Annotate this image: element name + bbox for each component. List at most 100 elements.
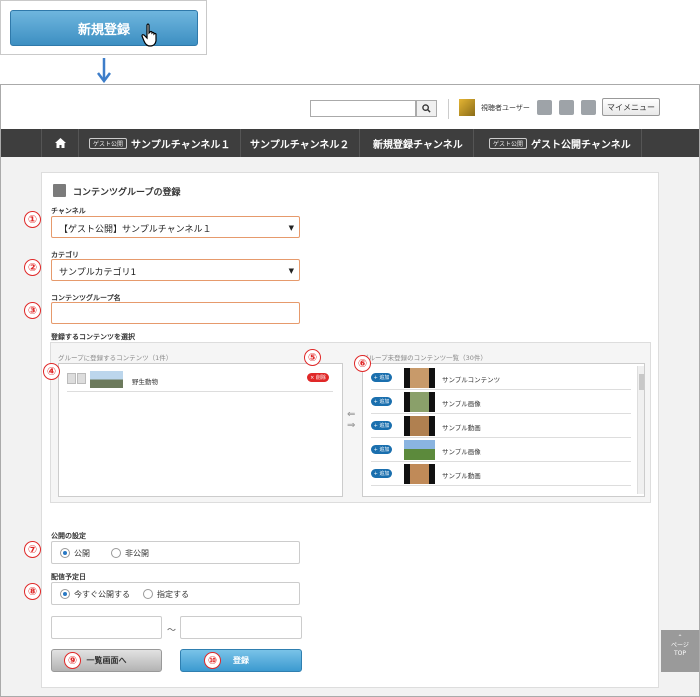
content-thumbnail (90, 371, 123, 388)
register-button-label: 登録 (233, 656, 249, 665)
delete-button[interactable]: × 削除 (307, 373, 329, 382)
hand-cursor-icon (141, 23, 157, 47)
message-icon[interactable] (537, 100, 552, 115)
home-icon (54, 138, 66, 148)
list-item: + 追加 サンプル画像 (363, 390, 633, 414)
page-top-button[interactable]: ⌃ ページ TOP (661, 630, 699, 672)
register-button[interactable]: 登録 (180, 649, 302, 672)
move-up-button[interactable] (67, 373, 76, 384)
add-button[interactable]: + 追加 (371, 421, 392, 430)
category-value: サンプルカテゴリ1 (59, 268, 137, 278)
nav-item-sample-channel-2[interactable]: サンプルチャンネル２ (240, 129, 361, 157)
search-input[interactable] (310, 100, 416, 117)
content-group-form: コンテンツグループの登録 チャンネル 【ゲスト公開】サンプルチャンネル１ ▼ カ… (41, 172, 659, 688)
add-label: + 追加 (373, 447, 390, 453)
date-separator: ～ (167, 626, 177, 636)
arrow-right-icon[interactable]: ⇒ (347, 420, 355, 431)
list-item-title: サンプル動画 (442, 424, 481, 432)
back-button-label: 一覧画面へ (86, 656, 127, 665)
guest-badge: ゲスト公開 (489, 137, 528, 149)
add-label: + 追加 (373, 423, 390, 429)
publish-radio[interactable] (60, 548, 70, 558)
publish-label: 公開の設定 (51, 532, 86, 540)
marker-2: ② (24, 259, 41, 276)
marker-4: ④ (43, 363, 60, 380)
add-button[interactable]: + 追加 (371, 445, 392, 454)
move-down-button[interactable] (77, 373, 86, 384)
registered-item-title: 野生動物 (132, 378, 158, 386)
page-title: コンテンツグループの登録 (73, 188, 181, 198)
transfer-arrows: ⇐ ⇒ (347, 409, 355, 431)
channel-nav: ゲスト公開 サンプルチャンネル１ サンプルチャンネル２ 新規登録チャンネル ゲス… (1, 129, 699, 157)
scrollbar[interactable] (637, 366, 644, 494)
user-name[interactable]: 視聴者ユーザー (481, 103, 530, 113)
content-thumbnail (404, 392, 435, 412)
list-item-title: サンプルコンテンツ (442, 376, 501, 384)
mail-icon[interactable] (581, 100, 596, 115)
group-name-input[interactable] (51, 302, 300, 324)
specify-date-label: 指定する (157, 590, 189, 599)
add-button[interactable]: + 追加 (371, 397, 392, 406)
private-radio[interactable] (111, 548, 121, 558)
nav-item-label: サンプルチャンネル１ (131, 139, 231, 151)
marker-5: ⑤ (304, 349, 321, 366)
marker-8: ⑧ (24, 583, 41, 600)
list-item: + 追加 サンプル画像 (363, 438, 633, 462)
page-top-line2: TOP (673, 650, 686, 657)
channel-label: チャンネル (51, 207, 86, 215)
guest-badge: ゲスト公開 (89, 137, 128, 149)
nav-item-label: 新規登録チャンネル (373, 139, 463, 151)
scrollbar-thumb[interactable] (639, 374, 644, 390)
specify-date-radio[interactable] (143, 589, 153, 599)
channel-select[interactable]: 【ゲスト公開】サンプルチャンネル１ ▼ (51, 216, 300, 238)
channel-value: 【ゲスト公開】サンプルチャンネル１ (59, 225, 212, 235)
list-item-title: サンプル画像 (442, 448, 481, 456)
row-divider (67, 391, 333, 392)
publish-now-label: 今すぐ公開する (74, 590, 130, 599)
registered-content-list: 野生動物 × 削除 (58, 363, 343, 497)
arrow-left-icon[interactable]: ⇐ (347, 409, 355, 420)
list-icon (53, 184, 66, 197)
unregistered-content-list: + 追加 サンプルコンテンツ + 追加 サンプル画像 + 追加 サンプル動画 +… (362, 363, 645, 497)
avatar[interactable] (459, 99, 475, 116)
select-contents-label: 登録するコンテンツを選択 (51, 333, 135, 341)
search-button[interactable] (416, 100, 437, 117)
caret-up-icon: ⌃ (677, 634, 683, 641)
page-top-line1: ページ (671, 642, 689, 649)
search-icon (422, 104, 431, 113)
add-button[interactable]: + 追加 (371, 373, 392, 382)
document-icon[interactable] (559, 100, 574, 115)
content-thumbnail (404, 368, 435, 388)
nav-item-new-channel[interactable]: 新規登録チャンネル (363, 129, 474, 157)
callout-frame: 新規登録 (0, 0, 207, 55)
header: 視聴者ユーザー マイメニュー (1, 85, 699, 129)
my-menu-label: マイメニュー (607, 102, 655, 112)
nav-item-guest-channel[interactable]: ゲスト公開 ゲスト公開チャンネル (479, 129, 642, 157)
add-button[interactable]: + 追加 (371, 469, 392, 478)
add-label: + 追加 (373, 375, 390, 381)
marker-7: ⑦ (24, 541, 41, 558)
new-registration-button[interactable]: 新規登録 (10, 10, 198, 46)
chevron-down-icon: ▼ (288, 267, 294, 275)
category-select[interactable]: サンプルカテゴリ1 ▼ (51, 259, 300, 281)
content-selection-area: グループに登録するコンテンツ（1件） 野生動物 × 削除 ⇐ ⇒ グループ未登録… (50, 342, 651, 503)
search-bar (310, 100, 437, 117)
schedule-setting: 今すぐ公開する 指定する (51, 582, 300, 605)
content-thumbnail (404, 416, 435, 436)
my-menu-button[interactable]: マイメニュー (602, 98, 660, 116)
list-item: + 追加 サンプル動画 (363, 462, 633, 486)
marker-6: ⑥ (354, 355, 371, 372)
publish-now-radio[interactable] (60, 589, 70, 599)
nav-item-sample-channel-1[interactable]: ゲスト公開 サンプルチャンネル１ (79, 129, 242, 157)
list-item-title: サンプル動画 (442, 472, 481, 480)
list-item: + 追加 サンプル動画 (363, 414, 633, 438)
nav-item-label: ゲスト公開チャンネル (531, 139, 631, 151)
list-item: + 追加 サンプルコンテンツ (363, 366, 633, 390)
add-label: + 追加 (373, 399, 390, 405)
new-registration-label: 新規登録 (77, 22, 130, 38)
nav-home[interactable] (41, 129, 79, 157)
end-date-input[interactable] (180, 616, 302, 639)
nav-item-label: サンプルチャンネル２ (250, 139, 350, 151)
start-date-input[interactable] (51, 616, 162, 639)
registered-list-label: グループに登録するコンテンツ（1件） (58, 354, 173, 362)
